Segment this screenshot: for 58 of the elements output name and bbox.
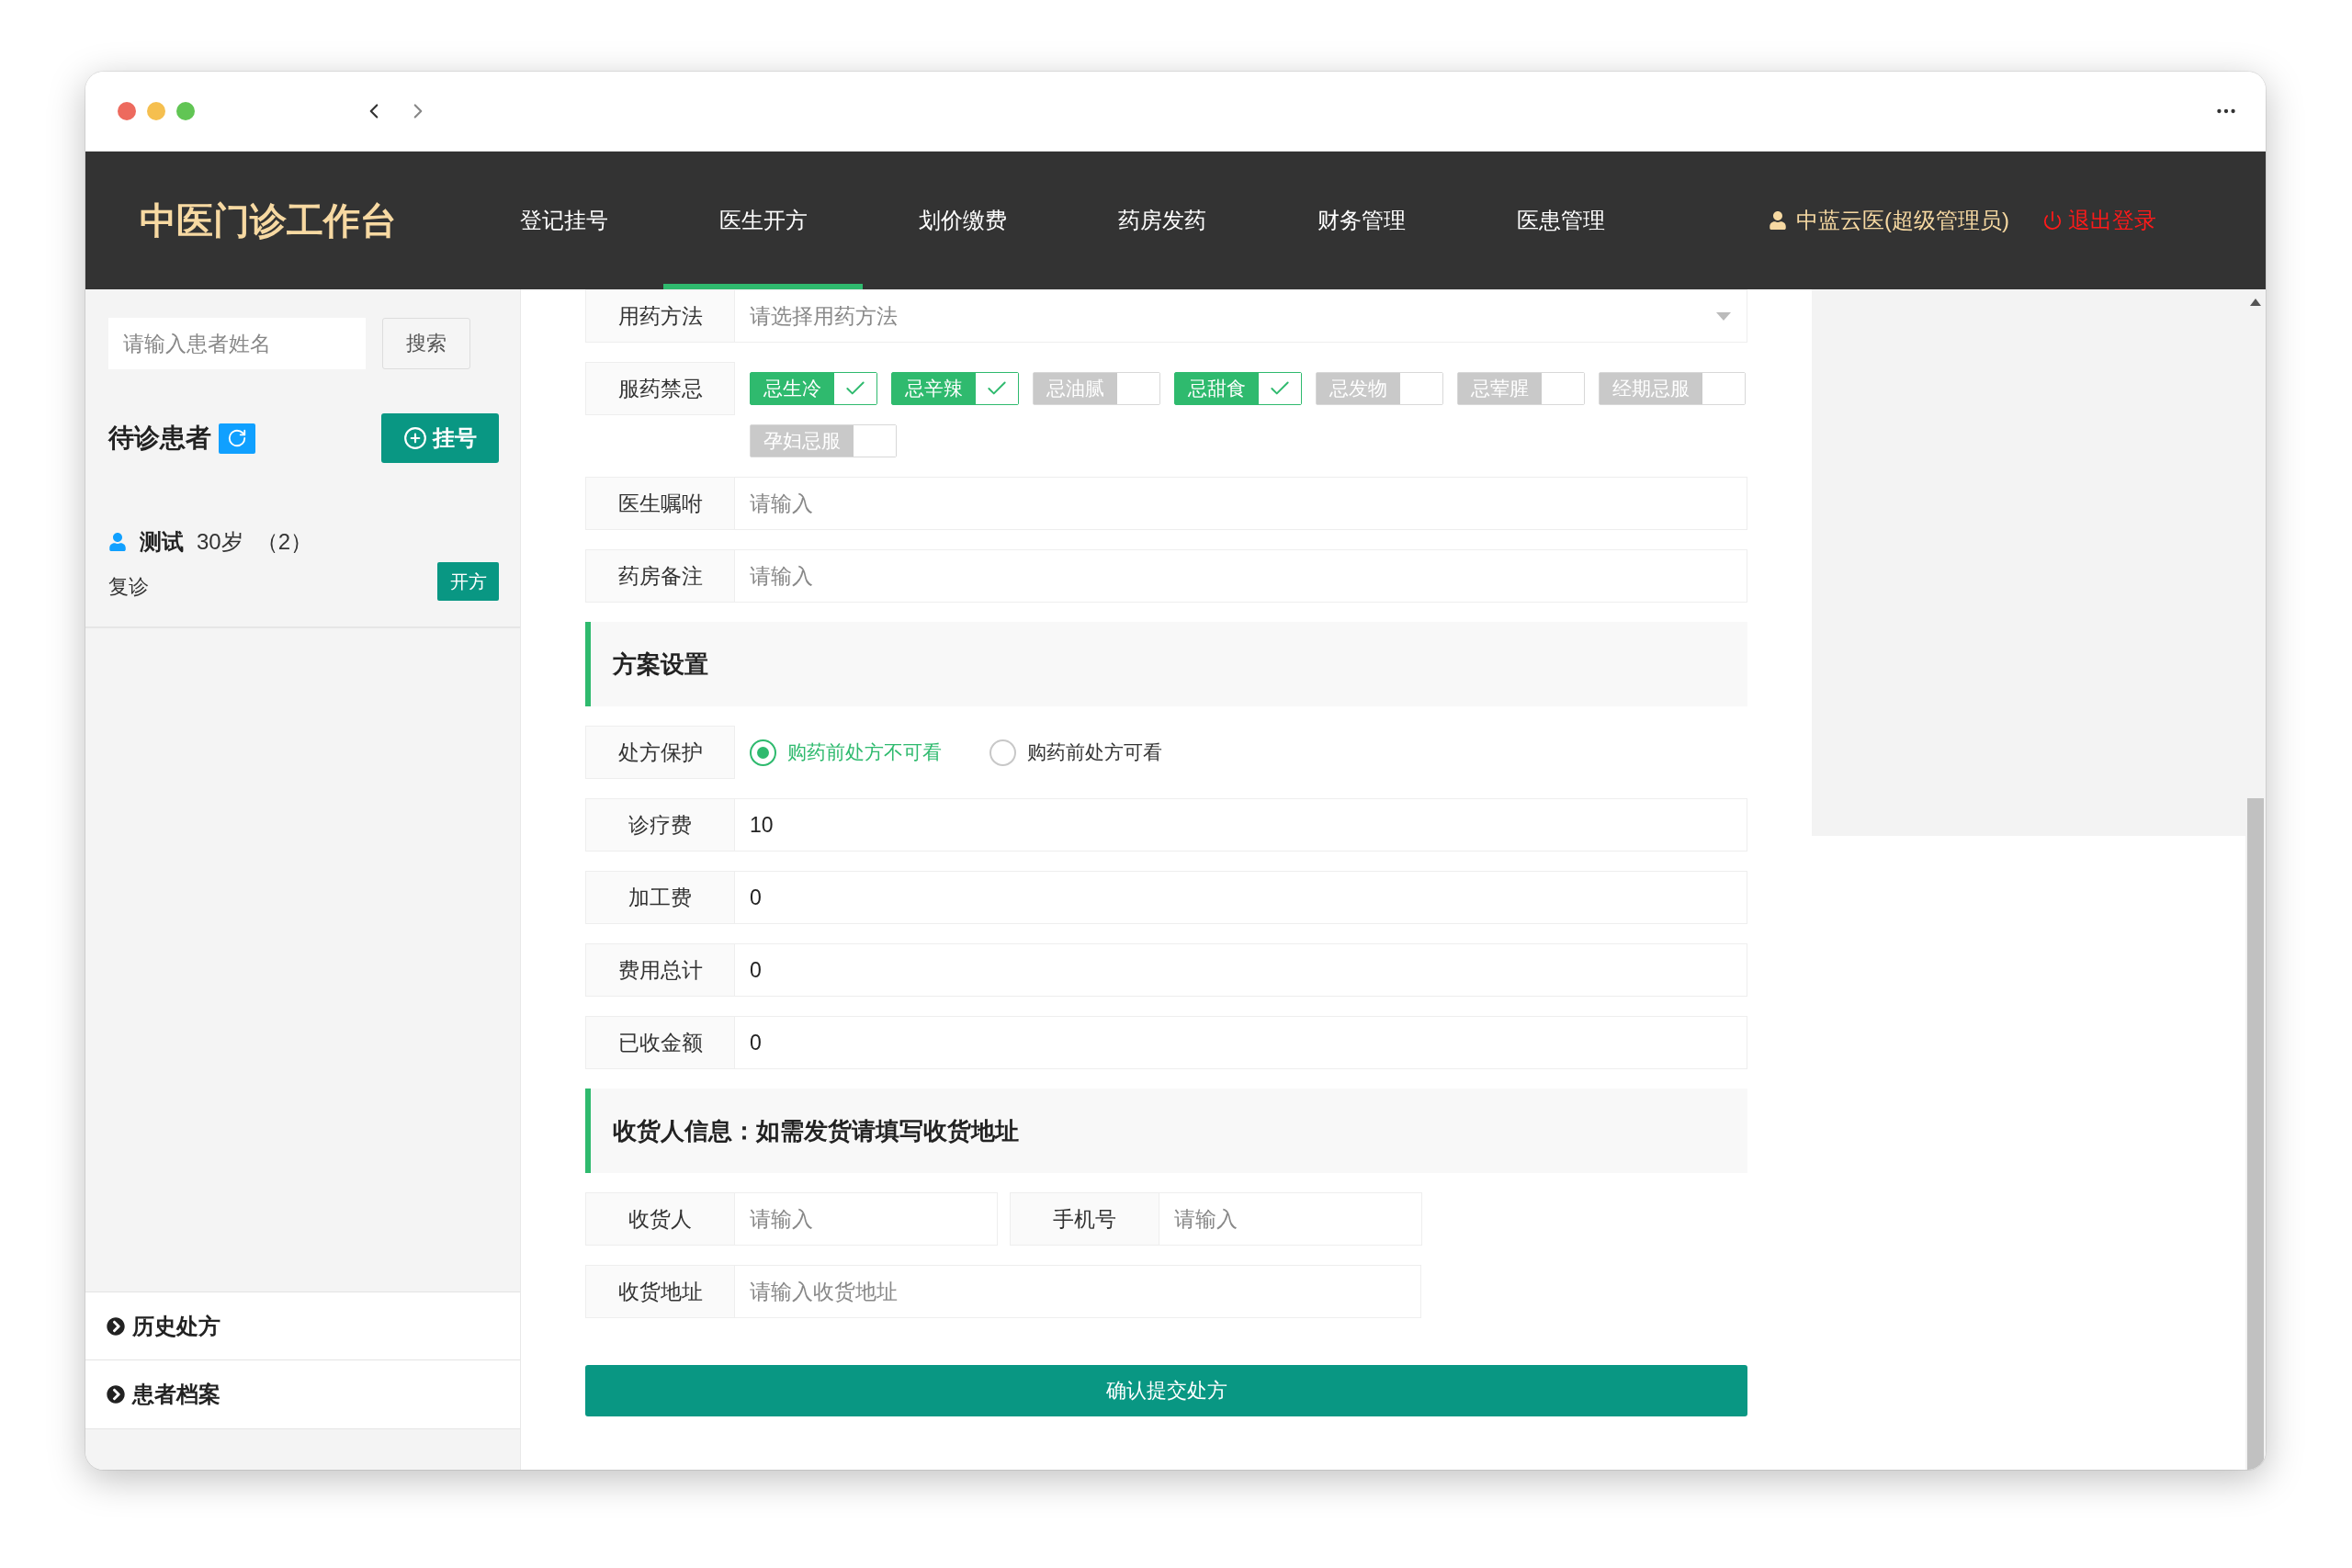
patient-age: 30岁	[197, 528, 243, 556]
user-icon	[1769, 211, 1787, 230]
refresh-icon	[227, 428, 247, 448]
section-title: 收货人信息：如需发货请填写收货地址	[613, 1115, 1019, 1146]
minimize-icon[interactable]	[147, 102, 165, 120]
search-button[interactable]: 搜索	[382, 318, 470, 369]
user-icon	[108, 533, 127, 551]
field-label: 诊疗费	[585, 798, 735, 852]
field-label: 药房备注	[585, 549, 735, 603]
up-arrow-icon[interactable]	[2250, 299, 2261, 306]
select-field[interactable]: 请选择用药方法	[735, 289, 1747, 343]
field-label: 处方保护	[585, 726, 735, 779]
plus-icon	[403, 426, 427, 450]
patient-name: 测试	[140, 528, 184, 556]
submit-button[interactable]: 确认提交处方	[585, 1365, 1747, 1416]
input-field[interactable]: 请输入收货地址	[735, 1265, 1421, 1318]
caret-icon	[1716, 312, 1731, 321]
chevron-icon	[107, 1385, 125, 1404]
nav-tab[interactable]: 医患管理	[1461, 152, 1660, 289]
nav-tab[interactable]: 划价缴费	[863, 152, 1062, 289]
scrollbar[interactable]	[2245, 289, 2266, 1470]
input-field[interactable]: 0	[735, 871, 1747, 924]
field-label: 服药禁忌	[585, 362, 735, 415]
close-icon[interactable]	[118, 102, 136, 120]
input-field[interactable]: 请输入	[735, 477, 1747, 530]
section-title: 待诊患者	[108, 423, 211, 454]
nav-tab[interactable]: 财务管理	[1261, 152, 1461, 289]
field-label: 收货地址	[585, 1265, 735, 1318]
refresh-button[interactable]	[219, 423, 255, 454]
nav-tab[interactable]: 药房发药	[1062, 152, 1261, 289]
field-label: 手机号	[1010, 1192, 1159, 1246]
field-label: 收货人	[585, 1192, 735, 1246]
input-field[interactable]: 0	[735, 1016, 1747, 1069]
input-field[interactable]: 请输入	[1159, 1192, 1422, 1246]
field-label: 费用总计	[585, 943, 735, 997]
radio-option[interactable]: 购药前处方可看	[989, 739, 1162, 766]
field-label: 用药方法	[585, 289, 735, 343]
input-field[interactable]: 10	[735, 798, 1747, 852]
visit-type: 复诊	[108, 574, 150, 600]
section-title: 方案设置	[613, 649, 708, 680]
input-field[interactable]: 请输入	[735, 1192, 998, 1246]
input-field[interactable]: 0	[735, 943, 1747, 997]
register-button[interactable]: 挂号	[381, 413, 499, 463]
sidebar-link[interactable]: 历史处方	[85, 1292, 520, 1360]
maximize-icon[interactable]	[176, 102, 195, 120]
input-field[interactable]: 请输入	[735, 549, 1747, 603]
sidebar-link[interactable]: 患者档案	[85, 1360, 520, 1429]
app-title: 中医门诊工作台	[140, 198, 397, 243]
field-label: 加工费	[585, 871, 735, 924]
user-name: 中蓝云医(超级管理员)	[1796, 207, 2009, 234]
chevron-icon	[107, 1316, 125, 1336]
search-field[interactable]: 请输入患者姓名	[108, 318, 366, 369]
nav-tab[interactable]: 登记挂号	[464, 152, 663, 289]
visit-count: （2）	[255, 528, 313, 556]
field-label: 医生嘱咐	[585, 477, 735, 530]
power-icon	[2042, 210, 2063, 231]
prescribe-button[interactable]: 开方	[437, 562, 499, 601]
field-label: 已收金额	[585, 1016, 735, 1069]
